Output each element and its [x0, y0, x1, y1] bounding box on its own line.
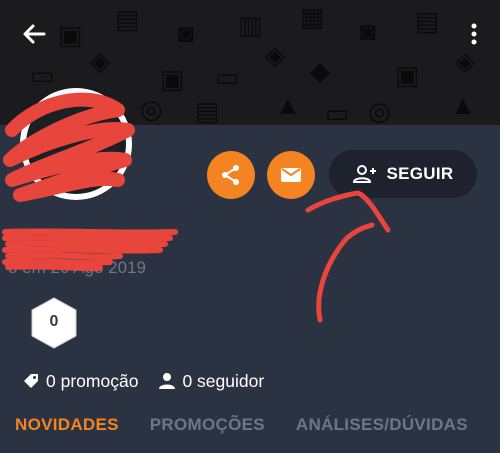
dress-pattern-icon: ▲ — [275, 90, 301, 120]
tv-pattern-icon: ▭ — [30, 60, 55, 90]
ticket-pattern-icon: ▥ — [238, 10, 263, 40]
camera-pattern-icon: ◙ — [178, 18, 194, 48]
followers-label: seguidor — [197, 370, 265, 391]
tv-pattern-icon: ▭ — [215, 62, 240, 92]
mail-icon — [281, 168, 301, 182]
profile-stats: 0 promoção 0 seguidor — [22, 369, 284, 393]
tab-promocoes[interactable]: PROMOÇÕES — [150, 415, 265, 441]
more-vert-icon — [471, 23, 477, 45]
tab-analises-duvidas[interactable]: ANÁLISES/DÚVIDAS — [296, 415, 468, 441]
followers-count: 0 — [182, 370, 193, 391]
person-icon — [159, 373, 176, 389]
game-pattern-icon: ▤ — [195, 96, 220, 125]
person-add-icon — [352, 165, 376, 183]
back-button[interactable] — [20, 20, 48, 48]
promotions-count: 0 — [46, 370, 56, 391]
follow-button[interactable]: SEGUIR — [329, 150, 477, 198]
arrow-left-icon — [23, 24, 46, 44]
promotions-stat[interactable]: 0 promoção — [22, 371, 138, 392]
dress-pattern-icon: ▲ — [450, 90, 476, 120]
tag-icon — [24, 374, 38, 388]
controller-pattern-icon: ◎ — [368, 96, 391, 125]
camera-pattern-icon: ◙ — [360, 16, 376, 46]
avatar-image — [26, 94, 126, 194]
followers-stat[interactable]: 0 seguidor — [158, 371, 264, 392]
bag-pattern-icon: ◈ — [90, 46, 110, 76]
leaf-pattern-icon: ◆ — [310, 56, 330, 86]
username-redaction — [2, 228, 178, 272]
bag-pattern-icon: ◈ — [265, 40, 285, 70]
ticket-pattern-icon: ▤ — [415, 6, 440, 36]
more-options-button[interactable] — [462, 20, 486, 48]
bag-pattern-icon: ◈ — [455, 46, 475, 76]
tv-pattern-icon: ▭ — [325, 98, 350, 125]
controller-pattern-icon: ◎ — [140, 94, 163, 124]
share-icon — [222, 165, 239, 185]
level-badge-number: 0 — [49, 313, 59, 330]
ticket-pattern-icon: ▣ — [395, 60, 420, 90]
avatar[interactable] — [20, 88, 132, 200]
promotions-label: promoção — [60, 370, 139, 391]
ticket-pattern-icon: ▣ — [160, 64, 185, 94]
follow-button-label: SEGUIR — [386, 164, 454, 183]
annotation-arrow — [305, 190, 391, 323]
clapper-pattern-icon: ▦ — [300, 2, 325, 32]
share-button[interactable] — [207, 151, 255, 199]
message-button[interactable] — [267, 151, 315, 199]
camera-pattern-icon: ▣ — [58, 20, 83, 50]
tab-novidades[interactable]: NOVIDADES — [15, 415, 119, 441]
profile-tabs: NOVIDADES PROMOÇÕES ANÁLISES/DÚVIDAS E — [15, 415, 500, 441]
clapper-pattern-icon: ▤ — [115, 4, 140, 34]
